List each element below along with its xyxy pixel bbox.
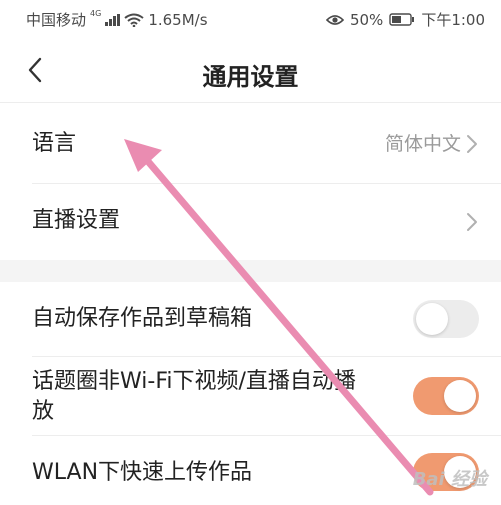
eye-icon bbox=[325, 14, 344, 25]
section-separator bbox=[0, 260, 501, 282]
settings-row-language[interactable]: 语言 简体中文 bbox=[0, 103, 501, 183]
auto-save-toggle[interactable] bbox=[413, 300, 479, 338]
network-speed: 1.65M/s bbox=[148, 10, 208, 29]
autoplay-label-line1: 话题圈非Wi-Fi下视频/直播自动播 bbox=[32, 369, 356, 394]
toggle-knob bbox=[444, 380, 476, 412]
clock: 下午1:00 bbox=[421, 11, 485, 29]
settings-row-auto-save: 自动保存作品到草稿箱 bbox=[0, 282, 501, 356]
toggle-knob bbox=[416, 303, 448, 335]
network-type-badge: 4G bbox=[90, 9, 102, 18]
autoplay-toggle[interactable] bbox=[413, 377, 479, 415]
page-title: 通用设置 bbox=[202, 63, 299, 91]
nav-bar: 通用设置 bbox=[0, 40, 501, 102]
autoplay-label-line2: 放 bbox=[32, 399, 55, 424]
wifi-icon bbox=[124, 13, 144, 27]
settings-row-live[interactable]: 直播设置 bbox=[0, 184, 501, 260]
wlan-upload-label: WLAN下快速上传作品 bbox=[32, 460, 253, 485]
status-right: 50% 下午1:00 bbox=[325, 9, 485, 30]
battery-percent: 50% bbox=[349, 10, 384, 29]
chevron-right-icon bbox=[467, 213, 477, 231]
status-left: 中国移动 4G 1.65M/s bbox=[26, 9, 208, 30]
language-label: 语言 bbox=[32, 131, 77, 156]
language-value: 简体中文 bbox=[384, 133, 461, 155]
battery-icon bbox=[389, 13, 415, 26]
watermark-logo: Bai 经验 bbox=[412, 469, 487, 490]
status-bar: 中国移动 4G 1.65M/s 50% 下午1:00 bbox=[0, 0, 501, 40]
chevron-right-icon bbox=[467, 135, 477, 153]
live-settings-label: 直播设置 bbox=[32, 208, 121, 233]
signal-icon bbox=[105, 13, 121, 26]
settings-row-autoplay: 话题圈非Wi-Fi下视频/直播自动播 放 bbox=[0, 357, 501, 435]
carrier-name: 中国移动 bbox=[26, 11, 87, 29]
auto-save-label: 自动保存作品到草稿箱 bbox=[32, 306, 253, 331]
